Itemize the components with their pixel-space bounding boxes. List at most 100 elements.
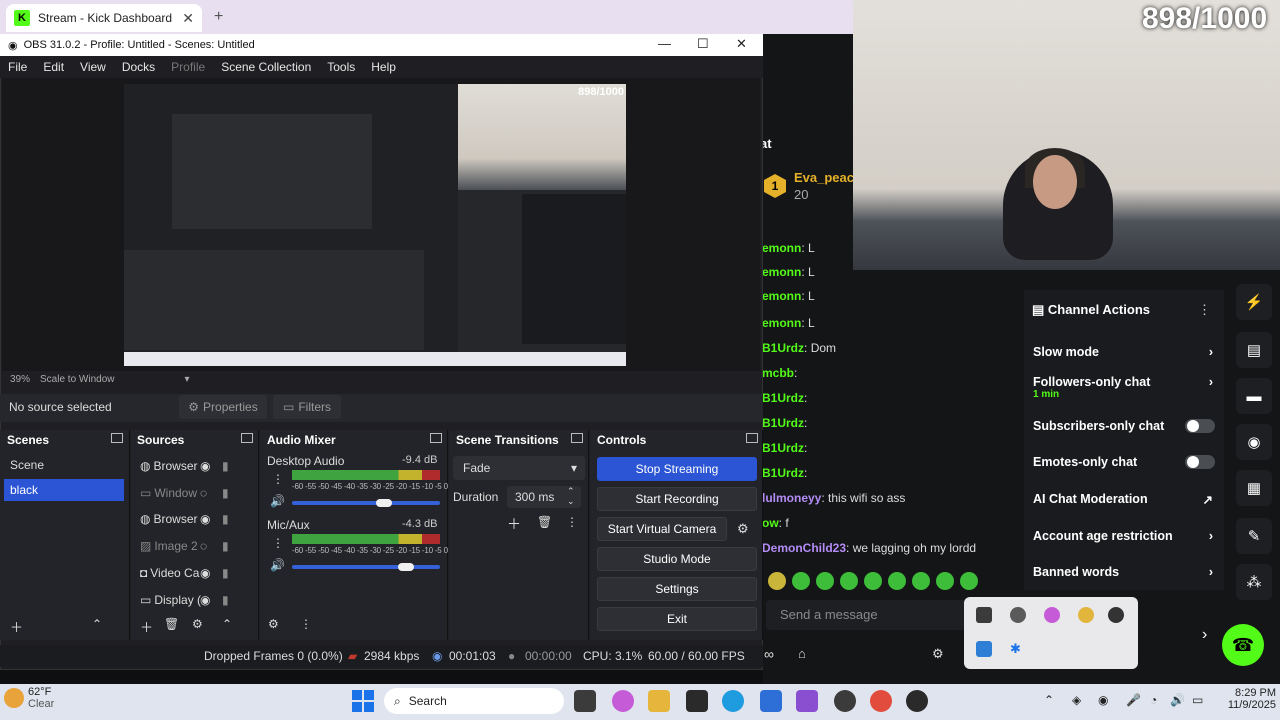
app-icon[interactable] (686, 690, 708, 712)
menu-item-help[interactable]: Help (363, 60, 404, 74)
minimize-icon[interactable]: — (658, 36, 671, 51)
scale-mode[interactable]: Scale to Window (40, 374, 114, 385)
more-icon[interactable]: ⋮ (300, 617, 312, 631)
menu-item-profile[interactable]: Profile (163, 60, 213, 74)
taskbar-search[interactable]: ⌕ Search (384, 688, 564, 714)
chat-username[interactable]: emonn (762, 265, 801, 279)
tray-app-icon[interactable] (1010, 607, 1026, 623)
duration-stepper-icon[interactable]: ⌃ ⌄ (567, 486, 575, 506)
start-recording-button[interactable]: Start Recording (597, 487, 757, 511)
program-preview[interactable]: 898/1000 (124, 84, 626, 366)
gifter-name[interactable]: Eva_peach (794, 170, 862, 185)
eye-icon[interactable]: ◉ (200, 512, 210, 526)
eye-icon[interactable]: ◉ (200, 566, 210, 580)
new-tab-button[interactable]: + (214, 8, 223, 26)
eye-icon[interactable]: ◉ (200, 459, 210, 473)
volume-slider-handle[interactable] (375, 499, 392, 507)
volume-slider[interactable] (292, 565, 440, 569)
chat-icon[interactable]: ▬ (1236, 378, 1272, 414)
more-icon[interactable]: ⋮ (272, 536, 284, 550)
mixer-settings-icon[interactable]: ⚙ (268, 617, 279, 631)
emote[interactable] (816, 572, 834, 590)
exit-button[interactable]: Exit (597, 607, 757, 631)
eye-icon[interactable]: ◉ (200, 593, 210, 607)
channel-action-subscribers-only-chat[interactable]: Subscribers-only chat (1033, 419, 1215, 433)
chevron-right-icon[interactable]: › (1202, 626, 1207, 644)
source-item[interactable]: ◍ Browser ◉ ▮ (140, 455, 240, 477)
undock-icon[interactable] (241, 433, 253, 443)
emote[interactable] (792, 572, 810, 590)
filters-button[interactable]: ▭ Filters (273, 395, 341, 419)
transition-select[interactable]: Fade ▾ (453, 456, 585, 480)
store-icon[interactable]: ⌂ (798, 646, 806, 661)
lock-icon[interactable]: ▮ (222, 539, 229, 553)
channel-action-followers-only-chat[interactable]: Followers-only chat 1 min › (1033, 375, 1213, 400)
notes-icon[interactable]: ▤ (1236, 332, 1272, 368)
trash-icon[interactable]: 🗑 (537, 515, 552, 529)
undock-icon[interactable] (746, 433, 758, 443)
chat-username[interactable]: B1Urdz (762, 341, 804, 355)
source-item[interactable]: ◍ Browser ◉ ▮ (140, 508, 240, 530)
chat-username[interactable]: B1Urdz (762, 391, 804, 405)
more-icon[interactable]: ⋮ (272, 472, 284, 486)
taskview-icon[interactable] (574, 690, 596, 712)
menu-item-edit[interactable]: Edit (35, 60, 72, 74)
lock-icon[interactable]: ▮ (222, 593, 229, 607)
channel-action-account-age-restriction[interactable]: Account age restriction › (1033, 529, 1213, 543)
menu-item-docks[interactable]: Docks (114, 60, 163, 74)
close-icon[interactable]: ✕ (736, 36, 747, 52)
trash-icon[interactable]: 🗑 (164, 617, 179, 631)
undock-icon[interactable] (571, 433, 583, 443)
send-message-input[interactable]: Send a message (766, 600, 966, 630)
eye-off-icon[interactable]: ◌ (200, 539, 207, 553)
lock-icon[interactable]: ▮ (222, 512, 229, 526)
eye-off-icon[interactable]: ◌ (200, 486, 207, 500)
tray-icon[interactable]: ◉ (1098, 693, 1108, 707)
undock-icon[interactable] (111, 433, 123, 443)
lock-icon[interactable]: ▮ (222, 486, 229, 500)
layout-icon[interactable]: ▦ (1236, 470, 1272, 506)
support-icon[interactable]: ☎ (1222, 624, 1264, 666)
broadcast-icon[interactable]: ◉ (1236, 424, 1272, 460)
undock-icon[interactable] (430, 433, 442, 443)
obs-taskbar-icon[interactable] (834, 690, 856, 712)
source-item[interactable]: ◘ Video Ca ◉ ▮ (140, 562, 240, 584)
channel-action-banned-words[interactable]: Banned words › (1033, 565, 1213, 579)
chat-username[interactable]: mcbb (762, 366, 794, 380)
bolt-icon[interactable]: ⚡ (1236, 284, 1272, 320)
source-item[interactable]: ▨ Image 2 ◌ ▮ (140, 535, 240, 557)
close-tab-icon[interactable]: ✕ (182, 10, 194, 27)
file-explorer-icon[interactable] (648, 690, 670, 712)
scene-item[interactable]: black (4, 479, 124, 501)
source-item[interactable]: ▭ Display (◉ ▮ (140, 589, 240, 611)
browser-tab[interactable]: K Stream - Kick Dashboard ✕ (6, 4, 202, 32)
channel-action-emotes-only-chat[interactable]: Emotes-only chat (1033, 455, 1215, 469)
add-source-icon[interactable]: ＋ (140, 617, 153, 636)
chevron-up-icon[interactable]: ⌃ (1044, 693, 1054, 707)
chevron-up-icon[interactable]: ⌃ (222, 617, 232, 631)
studio-mode-button[interactable]: Studio Mode (597, 547, 757, 571)
copilot-icon[interactable] (612, 690, 634, 712)
tray-app-icon[interactable] (1044, 607, 1060, 623)
menu-item-view[interactable]: View (72, 60, 114, 74)
link-icon[interactable]: ∞ (764, 646, 774, 662)
add-transition-icon[interactable]: ＋ (507, 514, 521, 534)
wifi-icon[interactable]: ◔ (1150, 693, 1157, 707)
toggle-switch[interactable] (1185, 455, 1215, 469)
chat-username[interactable]: lulmoneyy (762, 491, 821, 505)
app-icon[interactable] (796, 690, 818, 712)
chat-username[interactable]: ow (762, 516, 779, 530)
lock-icon[interactable]: ▮ (222, 566, 229, 580)
tray-app-icon[interactable] (976, 641, 992, 657)
weather-widget[interactable]: 62°F Clear (28, 686, 54, 710)
gear-icon[interactable]: ⚙ (932, 646, 944, 662)
stop-streaming-button[interactable]: Stop Streaming (597, 457, 757, 481)
taskbar-clock[interactable]: 8:29 PM 11/9/2025 (1220, 687, 1276, 711)
chat-username[interactable]: DemonChild23 (762, 541, 846, 555)
store-icon[interactable] (760, 690, 782, 712)
channel-action-slow-mode[interactable]: Slow mode › (1033, 345, 1213, 359)
properties-button[interactable]: ⚙ Properties (179, 395, 267, 419)
maximize-icon[interactable]: ☐ (697, 36, 709, 52)
emote[interactable] (840, 572, 858, 590)
emote[interactable] (768, 572, 786, 590)
